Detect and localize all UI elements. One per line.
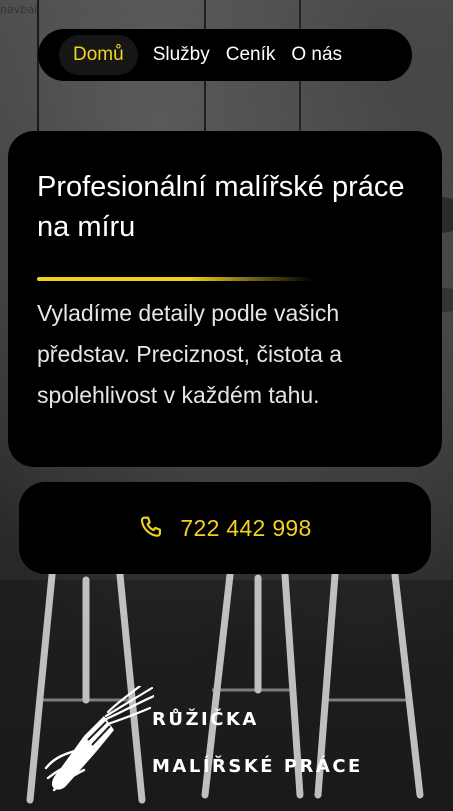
nav-item-domu[interactable]: Domů <box>59 35 138 75</box>
logo-tagline: MALÍŘSKÉ PRÁCE <box>152 756 363 777</box>
hero-divider <box>37 277 312 281</box>
hero-title: Profesionální malířské práce na míru <box>37 171 405 243</box>
hero-card: Profesionální malířské práce na míru Vyl… <box>8 131 442 467</box>
hero-description: Vyladíme detaily podle vašich představ. … <box>37 300 343 408</box>
paintbrush-icon <box>44 686 154 792</box>
phone-icon <box>138 514 166 542</box>
corner-label: navbar <box>0 3 39 16</box>
navbar: Domů Služby Ceník O nás <box>38 29 412 81</box>
brand-logo[interactable]: RŮŽIČKA MALÍŘSKÉ PRÁCE <box>44 686 404 806</box>
phone-number: 722 442 998 <box>180 514 312 541</box>
nav-item-o-nas[interactable]: O nás <box>291 44 342 66</box>
logo-name: RŮŽIČKA <box>152 709 259 730</box>
nav-item-sluzby[interactable]: Služby <box>153 44 210 66</box>
nav-item-cenik[interactable]: Ceník <box>226 44 276 66</box>
phone-button[interactable]: 722 442 998 <box>19 482 431 574</box>
